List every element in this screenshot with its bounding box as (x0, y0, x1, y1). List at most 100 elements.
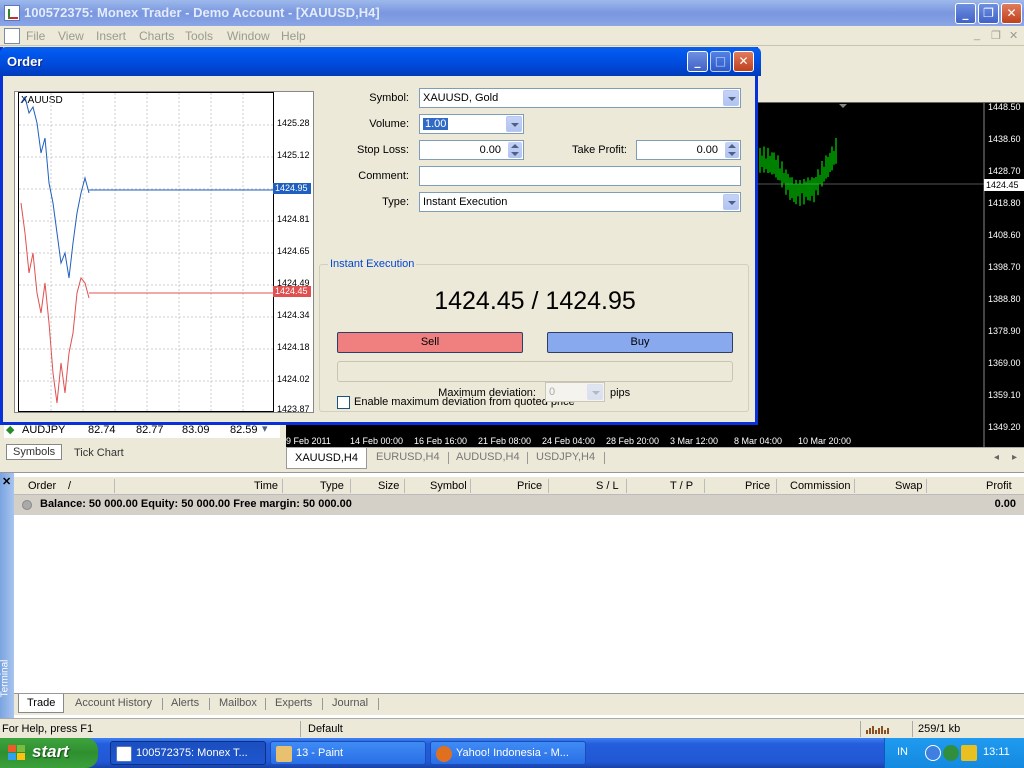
column-divider (548, 479, 549, 493)
tab-journal[interactable]: Journal (332, 697, 368, 709)
dialog-minimize-button[interactable]: _ (687, 51, 708, 72)
tab-mailbox[interactable]: Mailbox (219, 697, 257, 709)
deviation-checkbox[interactable] (337, 396, 350, 409)
tab-experts[interactable]: Experts (275, 697, 312, 709)
network-icon[interactable] (925, 745, 941, 761)
menu-tools[interactable]: Tools (185, 29, 213, 43)
comment-input[interactable] (419, 166, 741, 186)
document-icon[interactable] (4, 28, 20, 44)
col-price-current[interactable]: Price (745, 480, 770, 492)
app-icon (4, 5, 20, 21)
candle-series (759, 137, 837, 206)
task-paint[interactable]: 13 - Paint (270, 741, 426, 765)
traffic-counter: 259/1 kb (918, 723, 961, 735)
terminal-close-icon[interactable]: ✕ (2, 475, 11, 488)
spinner-arrows-icon[interactable] (725, 142, 739, 158)
order-type-select[interactable]: Instant Execution (419, 192, 741, 212)
terminal-side-bar: ✕ Terminal (0, 473, 14, 719)
mdi-restore-icon[interactable]: ❐ (991, 29, 1001, 42)
status-bar: For Help, press F1 Default 259/1 kb (0, 718, 1024, 738)
start-button[interactable]: start (0, 738, 98, 768)
profile-name: Default (308, 723, 343, 735)
spinner-arrows-icon[interactable] (508, 142, 522, 158)
update-icon[interactable] (943, 745, 959, 761)
sell-button[interactable]: Sell (337, 332, 523, 353)
menu-insert[interactable]: Insert (96, 29, 126, 43)
stop-loss-input[interactable]: 0.00 (419, 140, 524, 160)
minimize-button[interactable]: _ (955, 3, 976, 24)
order-type-value: Instant Execution (423, 196, 508, 208)
start-label: start (32, 742, 69, 761)
col-price[interactable]: Price (517, 480, 542, 492)
chart-shift-marker (839, 104, 847, 108)
price-axis-label: 1349.20 (988, 422, 1021, 432)
volume-value: 1.00 (423, 118, 449, 130)
price-axis-label: 1408.60 (988, 230, 1021, 240)
tab-alerts[interactable]: Alerts (171, 697, 199, 709)
chevron-down-icon[interactable] (723, 194, 739, 210)
tick-chart-price-label: 1424.02 (277, 374, 310, 384)
status-divider (912, 721, 913, 737)
col-size[interactable]: Size (378, 480, 399, 492)
security-shield-icon[interactable] (961, 745, 977, 761)
mdi-close-icon[interactable]: ✕ (1009, 29, 1018, 42)
tab-trade[interactable]: Trade (18, 694, 65, 713)
chart-tab-eurusd[interactable]: EURUSD,H4 (368, 451, 448, 467)
menu-window[interactable]: Window (227, 29, 270, 43)
col-profit[interactable]: Profit (986, 480, 1012, 492)
menu-charts[interactable]: Charts (139, 29, 174, 43)
close-button[interactable]: ✕ (1001, 3, 1022, 24)
column-divider (776, 479, 777, 493)
scroll-left-icon[interactable]: ◂ (994, 452, 999, 463)
task-firefox[interactable]: Yahoo! Indonesia - M... (430, 741, 586, 765)
tab-tick-chart[interactable]: Tick Chart (68, 446, 130, 460)
time-axis-label: 16 Feb 16:00 (414, 436, 468, 446)
buy-button[interactable]: Buy (547, 332, 733, 353)
chart-tab-usdjpy[interactable]: USDJPY,H4 (528, 451, 603, 467)
take-profit-label: Take Profit: (571, 144, 627, 156)
col-time[interactable]: Time (254, 480, 278, 492)
bid-price-badge: 1424.45 (273, 286, 311, 297)
main-window-titlebar[interactable]: 100572375: Monex Trader - Demo Account -… (0, 0, 1024, 26)
tick-chart-price-label: 1424.81 (277, 214, 310, 224)
column-divider (350, 479, 351, 493)
price-axis-label: 1418.80 (988, 198, 1021, 208)
language-indicator[interactable]: IN (897, 746, 908, 758)
menu-help[interactable]: Help (281, 29, 306, 43)
chevron-down-icon[interactable] (723, 90, 739, 106)
maximize-button[interactable]: ❐ (978, 3, 999, 24)
tick-chart-price-label: 1424.18 (277, 342, 310, 352)
col-swap[interactable]: Swap (895, 480, 923, 492)
col-symbol[interactable]: Symbol (430, 480, 467, 492)
chart-tab-xauusd[interactable]: XAUUSD,H4 (286, 448, 367, 469)
col-commission[interactable]: Commission (790, 480, 851, 492)
take-profit-input[interactable]: 0.00 (636, 140, 741, 160)
balance-row[interactable]: Balance: 50 000.00 Equity: 50 000.00 Fre… (14, 495, 1024, 515)
chevron-down-icon[interactable] (506, 116, 522, 132)
chart-tab-audusd[interactable]: AUDUSD,H4 (448, 451, 528, 467)
price-axis-label: 1398.70 (988, 262, 1021, 272)
order-dialog-titlebar[interactable]: Order _ □ ✕ (0, 47, 761, 76)
volume-input[interactable]: 1.00 (419, 114, 524, 134)
menu-file[interactable]: File (26, 29, 45, 43)
task-label: 100572375: Monex T... (136, 747, 248, 759)
terminal-panel: ✕ Terminal Order / Time Type Size Symbol… (0, 472, 1024, 719)
market-watch: ◆ AUDJPY 82.74 82.77 83.09 82.59 ▾ Symbo… (0, 420, 284, 469)
col-order[interactable]: Order (28, 480, 56, 492)
mdi-minimize-icon[interactable]: _ (974, 29, 980, 41)
connection-bars-icon (866, 724, 890, 734)
firefox-icon (436, 746, 452, 762)
col-sl[interactable]: S / L (596, 480, 619, 492)
task-monex-trader[interactable]: 100572375: Monex T... (110, 741, 266, 765)
menu-view[interactable]: View (58, 29, 84, 43)
symbol-select[interactable]: XAUUSD, Gold (419, 88, 741, 108)
col-tp[interactable]: T / P (670, 480, 693, 492)
clock[interactable]: 13:11 (983, 746, 1010, 758)
dialog-close-button[interactable]: ✕ (733, 51, 754, 72)
tab-account-history[interactable]: Account History (75, 697, 152, 709)
tab-symbols[interactable]: Symbols (6, 444, 63, 460)
column-divider (854, 479, 855, 493)
col-type[interactable]: Type (320, 480, 344, 492)
system-tray: IN 13:11 (884, 738, 1024, 768)
scroll-right-icon[interactable]: ▸ (1012, 452, 1017, 463)
